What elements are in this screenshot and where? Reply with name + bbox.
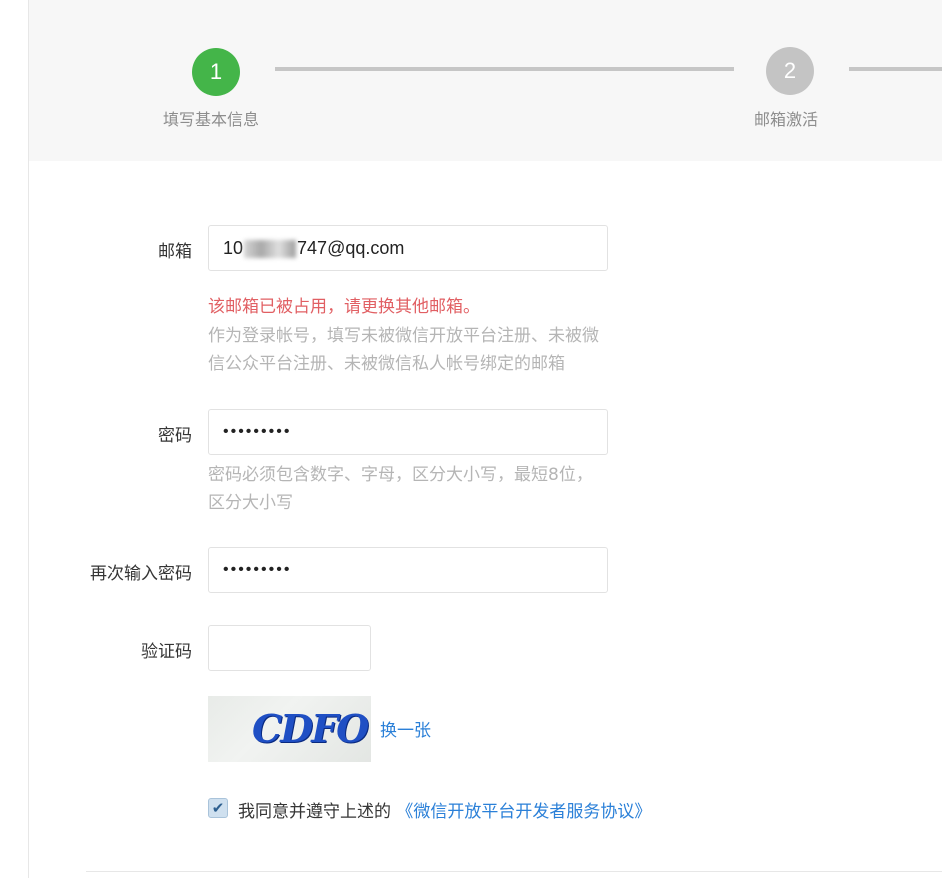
refresh-captcha-link[interactable]: 换一张 [380, 716, 431, 741]
captcha-image-text: CDFO [252, 706, 369, 751]
agreement-checkbox[interactable]: ✔ [208, 798, 228, 818]
agreement-label: 我同意并遵守上述的 [238, 802, 391, 822]
agreement-link[interactable]: 《微信开放平台开发者服务协议》 [396, 802, 651, 822]
email-hint: 作为登录帐号，填写未被微信开放平台注册、未被微信公众平台注册、未被微信私人帐号绑… [208, 326, 599, 374]
confirm-password-label: 再次输入密码 [90, 564, 192, 584]
password-field[interactable]: ••••••••• [208, 409, 608, 455]
email-value-start: 10 [223, 238, 244, 258]
password-hint: 密码必须包含数字、字母，区分大小写，最短8位，区分大小写 [208, 465, 593, 513]
captcha-label: 验证码 [141, 642, 192, 662]
step-2-circle: 2 [766, 47, 814, 95]
step-connector-2 [849, 67, 942, 71]
step-progress-bar: 1 填写基本信息 2 邮箱激活 [29, 0, 942, 161]
email-error-message: 该邮箱已被占用，请更换其他邮箱。 [208, 297, 480, 317]
captcha-input[interactable] [208, 625, 371, 671]
password-label: 密码 [158, 426, 192, 446]
step-2-label: 邮箱激活 [754, 110, 819, 129]
agreement-text: 我同意并遵守上述的 《微信开放平台开发者服务协议》 [238, 797, 651, 822]
confirm-password-field[interactable]: ••••••••• [208, 547, 608, 593]
bottom-divider [86, 871, 942, 872]
checkmark-icon: ✔ [211, 799, 225, 817]
email-value-end: 747@qq.com [297, 238, 405, 258]
step-connector [275, 67, 734, 71]
step-1-circle: 1 [192, 48, 240, 96]
email-label: 邮箱 [158, 242, 192, 262]
email-field[interactable]: 10 747@qq.com [208, 225, 608, 271]
step-1-label: 填写基本信息 [163, 110, 260, 129]
redacted-blur [244, 240, 297, 259]
captcha-image[interactable]: CDFO [208, 696, 371, 762]
